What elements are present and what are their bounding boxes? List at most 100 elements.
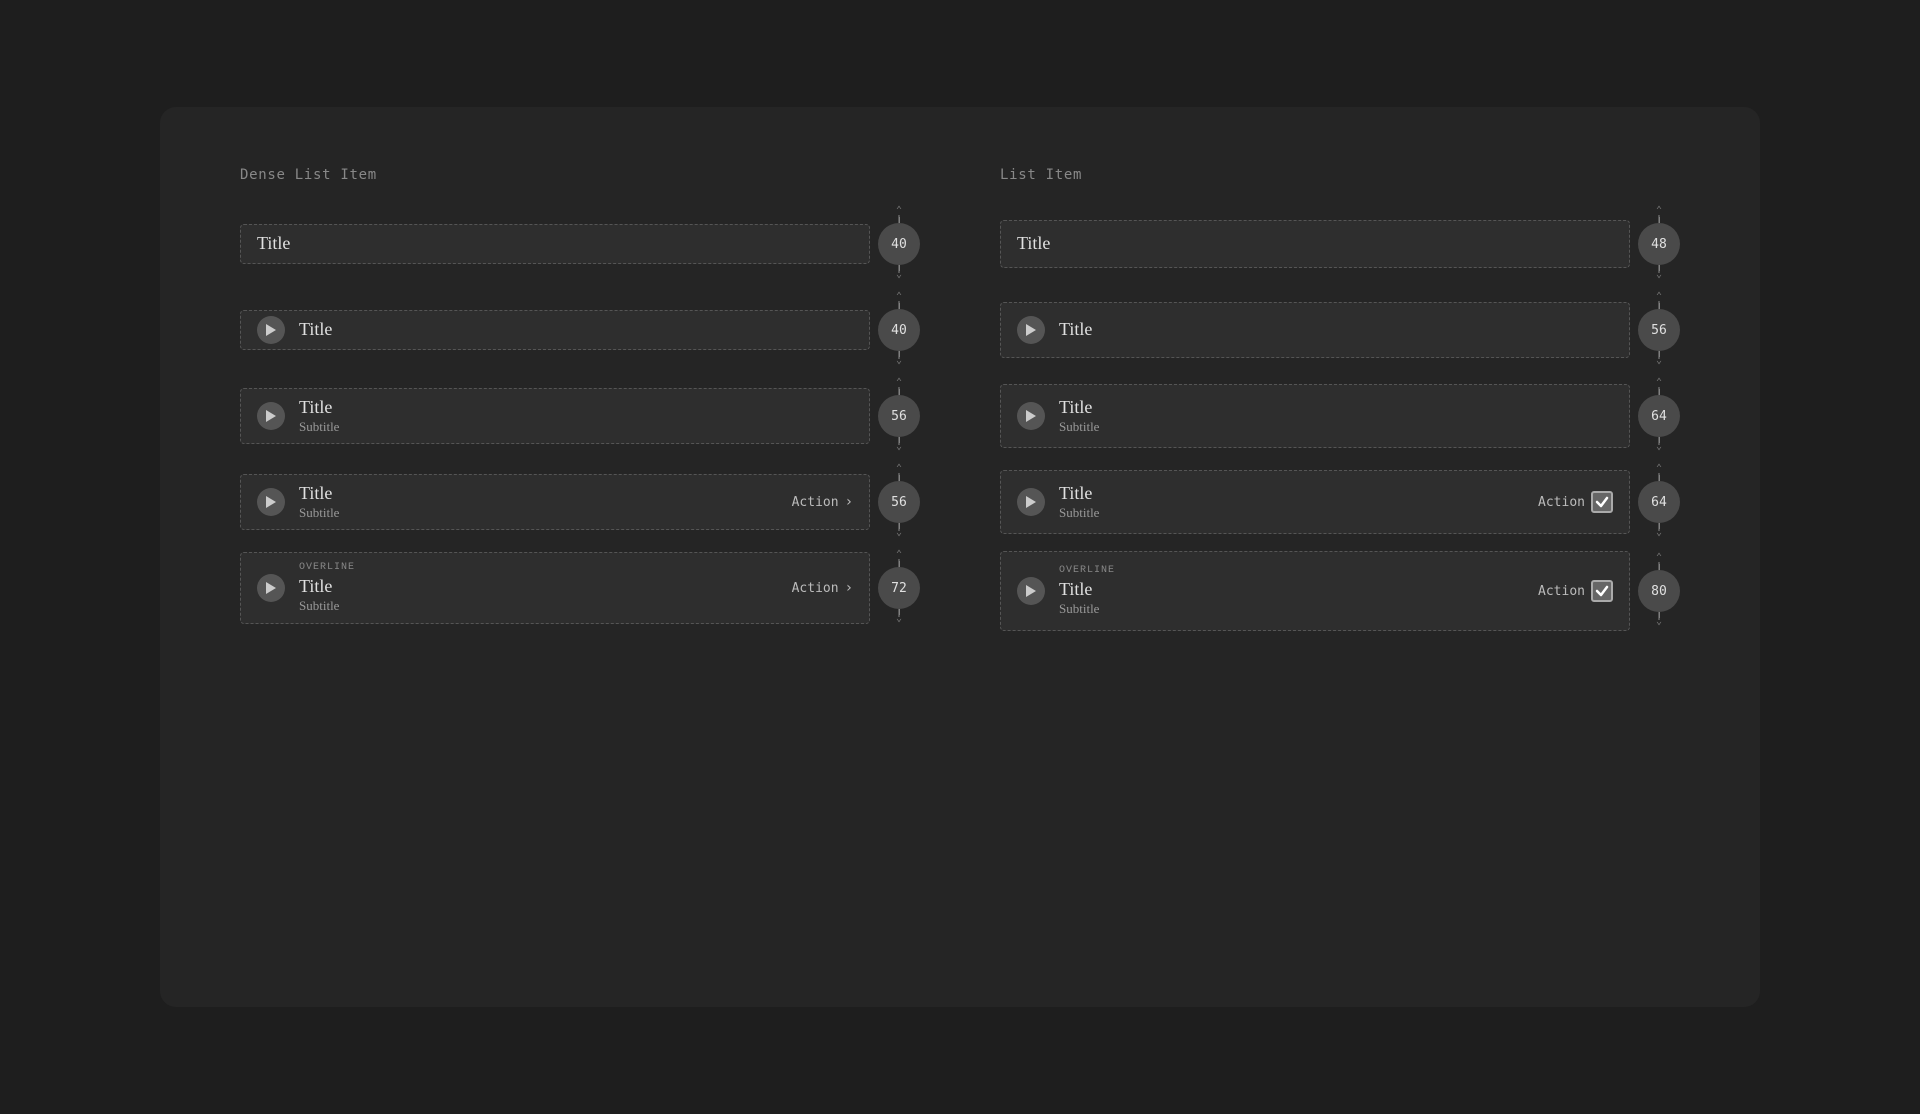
height-badge: 40 — [878, 309, 920, 351]
text-content: Overline Title Subtitle — [1059, 564, 1524, 618]
play-icon — [1017, 577, 1045, 605]
item-overline: Overline — [1059, 564, 1524, 578]
item-title: Title — [1059, 396, 1613, 419]
normal-column: List Item Title ⌃ 48 — [1000, 167, 1680, 631]
item-subtitle: Subtitle — [299, 598, 778, 615]
height-badge: 56 — [1638, 309, 1680, 351]
normal-item-3[interactable]: Title Subtitle — [1000, 384, 1630, 448]
height-badge-wrapper: ⌃ 64 ⌄ — [1638, 465, 1680, 539]
text-content: Title — [1017, 232, 1613, 255]
dense-list: Title ⌃ 40 ⌄ — [240, 207, 920, 625]
dense-item-1[interactable]: Title — [240, 224, 870, 264]
checkbox-icon[interactable] — [1591, 491, 1613, 513]
dense-item-2[interactable]: Title — [240, 310, 870, 350]
action-area[interactable]: Action › — [792, 494, 853, 510]
action-area[interactable]: Action — [1538, 580, 1613, 602]
action-label: Action — [792, 495, 839, 510]
height-badge: 48 — [1638, 223, 1680, 265]
list-item: Overline Title Subtitle Action — [1000, 551, 1680, 631]
normal-item-2[interactable]: Title — [1000, 302, 1630, 358]
item-title: Title — [1059, 578, 1524, 601]
text-content: Title — [1059, 318, 1613, 341]
text-content: Title Subtitle — [1059, 482, 1524, 522]
normal-item-1[interactable]: Title — [1000, 220, 1630, 268]
height-badge-wrapper: ⌃ 80 ⌄ — [1638, 554, 1680, 628]
height-badge: 40 — [878, 223, 920, 265]
dense-item-5[interactable]: Overline Title Subtitle Action › — [240, 552, 870, 624]
height-value: 56 — [891, 495, 907, 510]
height-badge: 64 — [1638, 481, 1680, 523]
height-badge-wrapper: ⌃ 56 ⌄ — [878, 465, 920, 539]
item-title: Title — [299, 482, 778, 505]
action-area[interactable]: Action — [1538, 491, 1613, 513]
item-title: Title — [257, 232, 853, 255]
height-value: 40 — [891, 323, 907, 338]
height-badge: 72 — [878, 567, 920, 609]
height-value: 72 — [891, 581, 907, 596]
item-title: Title — [1017, 232, 1613, 255]
text-content: Title Subtitle — [299, 482, 778, 522]
text-content: Title — [299, 318, 853, 341]
play-icon — [1017, 488, 1045, 516]
item-subtitle: Subtitle — [1059, 601, 1524, 618]
item-title: Title — [299, 575, 778, 598]
dense-column-title: Dense List Item — [240, 167, 920, 183]
item-title: Title — [1059, 318, 1613, 341]
dense-item-4[interactable]: Title Subtitle Action › — [240, 474, 870, 530]
list-item: Title ⌃ 40 ⌄ — [240, 207, 920, 281]
checkbox-icon[interactable] — [1591, 580, 1613, 602]
list-item: Title Subtitle ⌃ 56 ⌄ — [240, 379, 920, 453]
height-value: 40 — [891, 237, 907, 252]
list-item: Title ⌃ 40 ⌄ — [240, 293, 920, 367]
height-badge-wrapper: ⌃ 48 ⌄ — [1638, 207, 1680, 281]
item-subtitle: Subtitle — [299, 419, 853, 436]
text-content: Overline Title Subtitle — [299, 561, 778, 615]
item-title: Title — [299, 396, 853, 419]
play-icon — [1017, 316, 1045, 344]
item-subtitle: Subtitle — [299, 505, 778, 522]
height-badge-wrapper: ⌃ 40 ⌄ — [878, 293, 920, 367]
height-badge-wrapper: ⌃ 40 ⌄ — [878, 207, 920, 281]
list-item: Title Subtitle Action › ⌃ 56 — [240, 465, 920, 539]
height-value: 56 — [891, 409, 907, 424]
play-icon — [257, 574, 285, 602]
play-icon — [257, 402, 285, 430]
chevron-right-icon: › — [845, 580, 853, 596]
height-value: 80 — [1651, 584, 1667, 599]
item-overline: Overline — [299, 561, 778, 575]
chevron-right-icon: › — [845, 494, 853, 510]
columns-wrapper: Dense List Item Title ⌃ 40 — [240, 167, 1680, 631]
item-title: Title — [1059, 482, 1524, 505]
normal-item-4[interactable]: Title Subtitle Action — [1000, 470, 1630, 534]
height-badge: 64 — [1638, 395, 1680, 437]
play-icon — [257, 316, 285, 344]
action-label: Action — [792, 581, 839, 596]
action-label: Action — [1538, 584, 1585, 599]
list-item: Title Subtitle ⌃ 64 ⌄ — [1000, 379, 1680, 453]
height-badge-wrapper: ⌃ 72 ⌄ — [878, 551, 920, 625]
text-content: Title Subtitle — [299, 396, 853, 436]
main-container: Dense List Item Title ⌃ 40 — [160, 107, 1760, 1007]
play-icon — [257, 488, 285, 516]
normal-item-5[interactable]: Overline Title Subtitle Action — [1000, 551, 1630, 631]
height-badge-wrapper: ⌃ 56 ⌄ — [1638, 293, 1680, 367]
height-badge-wrapper: ⌃ 56 ⌄ — [878, 379, 920, 453]
list-item: Overline Title Subtitle Action › ⌃ — [240, 551, 920, 625]
height-value: 64 — [1651, 409, 1667, 424]
action-area[interactable]: Action › — [792, 580, 853, 596]
dense-item-3[interactable]: Title Subtitle — [240, 388, 870, 444]
play-icon — [1017, 402, 1045, 430]
item-subtitle: Subtitle — [1059, 419, 1613, 436]
height-value: 56 — [1651, 323, 1667, 338]
normal-list: Title ⌃ 48 ⌄ — [1000, 207, 1680, 631]
list-item: Title Subtitle Action — [1000, 465, 1680, 539]
height-value: 64 — [1651, 495, 1667, 510]
height-badge: 56 — [878, 481, 920, 523]
item-title: Title — [299, 318, 853, 341]
normal-column-title: List Item — [1000, 167, 1680, 183]
height-badge: 80 — [1638, 570, 1680, 612]
item-subtitle: Subtitle — [1059, 505, 1524, 522]
text-content: Title — [257, 232, 853, 255]
height-badge-wrapper: ⌃ 64 ⌄ — [1638, 379, 1680, 453]
action-label: Action — [1538, 495, 1585, 510]
